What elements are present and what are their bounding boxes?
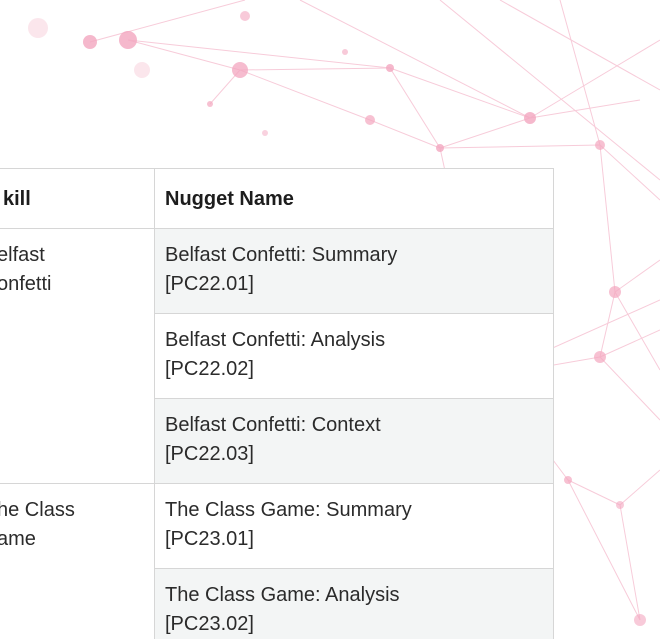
nugget-code: [PC23.02]: [165, 613, 254, 635]
nugget-title: Belfast Confetti: Summary: [165, 244, 398, 266]
nugget-title: The Class Game: Summary: [165, 499, 412, 521]
header-nugget-name: Nugget Name: [154, 168, 554, 229]
nugget-code: [PC22.02]: [165, 358, 254, 380]
table-row: elfast onfetti Belfast Confetti: Summary…: [0, 228, 554, 484]
skill-line: onfetti: [0, 273, 52, 295]
nugget-cell: Belfast Confetti: Context [PC22.03]: [154, 398, 554, 484]
nugget-table: kill Nugget Name elfast onfetti Belfast …: [0, 168, 554, 639]
header-skill: kill: [0, 168, 155, 229]
table-row: he Class ame The Class Game: Summary [PC…: [0, 483, 554, 639]
skill-cell-the-class-game: he Class ame: [0, 483, 155, 639]
nugget-title: The Class Game: Analysis: [165, 584, 400, 606]
nugget-title: Belfast Confetti: Analysis: [165, 329, 386, 351]
skill-line: elfast: [0, 244, 45, 266]
nugget-cell: The Class Game: Analysis [PC23.02]: [154, 568, 554, 639]
nugget-code: [PC22.03]: [165, 443, 254, 465]
skill-line: he Class: [0, 499, 75, 521]
nugget-cell: Belfast Confetti: Summary [PC22.01]: [154, 228, 554, 314]
nugget-title: Belfast Confetti: Context: [165, 414, 381, 436]
skill-line: ame: [0, 528, 36, 550]
nugget-cell: Belfast Confetti: Analysis [PC22.02]: [154, 313, 554, 399]
nugget-cell: The Class Game: Summary [PC23.01]: [154, 483, 554, 569]
skill-cell-belfast-confetti: elfast onfetti: [0, 228, 155, 484]
nugget-code: [PC22.01]: [165, 273, 254, 295]
nugget-code: [PC23.01]: [165, 528, 254, 550]
document-page: kill Nugget Name elfast onfetti Belfast …: [0, 0, 660, 639]
nugget-table-container: kill Nugget Name elfast onfetti Belfast …: [0, 168, 554, 639]
table-header-row: kill Nugget Name: [0, 168, 554, 229]
